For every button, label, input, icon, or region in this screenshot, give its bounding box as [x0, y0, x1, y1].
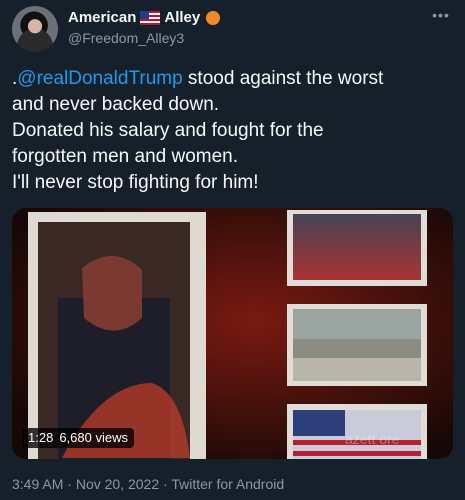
tweet-metadata: 3:49 AM · Nov 20, 2022 · Twitter for And…	[12, 476, 284, 492]
author-name[interactable]: American	[68, 9, 136, 26]
video-watermark: azett ore	[345, 431, 400, 447]
video-views: 6,680 views	[59, 430, 128, 445]
author-name-row[interactable]: American Alley	[68, 9, 221, 26]
tweet-header: American Alley @Freedom_Alley3 •••	[12, 6, 453, 54]
video-frame: azett ore	[12, 208, 453, 459]
tweet-client[interactable]: Twitter for Android	[171, 476, 284, 492]
more-options-icon[interactable]: •••	[429, 8, 453, 28]
orange-badge-icon	[206, 10, 221, 25]
author-name-suffix[interactable]: Alley	[164, 9, 200, 26]
tweet-line-1: .@realDonaldTrump stood against the wors…	[12, 66, 452, 92]
tweet-line-2: and never backed down.	[12, 94, 220, 115]
tweet-time[interactable]: 3:49 AM	[12, 476, 63, 492]
separator: ·	[163, 476, 168, 492]
us-flag-icon	[140, 10, 161, 25]
video-stats-pill: 1:28 6,680 views	[22, 428, 134, 448]
separator: ·	[67, 476, 72, 492]
mention-link[interactable]: @realDonaldTrump	[17, 68, 182, 89]
tweet-line-5: I'll never stop fighting for him!	[12, 172, 259, 193]
tweet-date[interactable]: Nov 20, 2022	[76, 476, 159, 492]
tweet-line-1-rest: stood against the worst	[182, 68, 384, 89]
video-duration: 1:28	[28, 430, 54, 445]
video-player[interactable]: azett ore	[12, 208, 453, 459]
tweet-text: .@realDonaldTrump stood against the wors…	[12, 66, 452, 196]
author-handle[interactable]: @Freedom_Alley3	[68, 30, 184, 46]
tweet-line-4: forgotten men and women.	[12, 146, 239, 167]
avatar[interactable]	[12, 6, 58, 52]
tweet-line-3: Donated his salary and fought for the	[12, 120, 324, 141]
